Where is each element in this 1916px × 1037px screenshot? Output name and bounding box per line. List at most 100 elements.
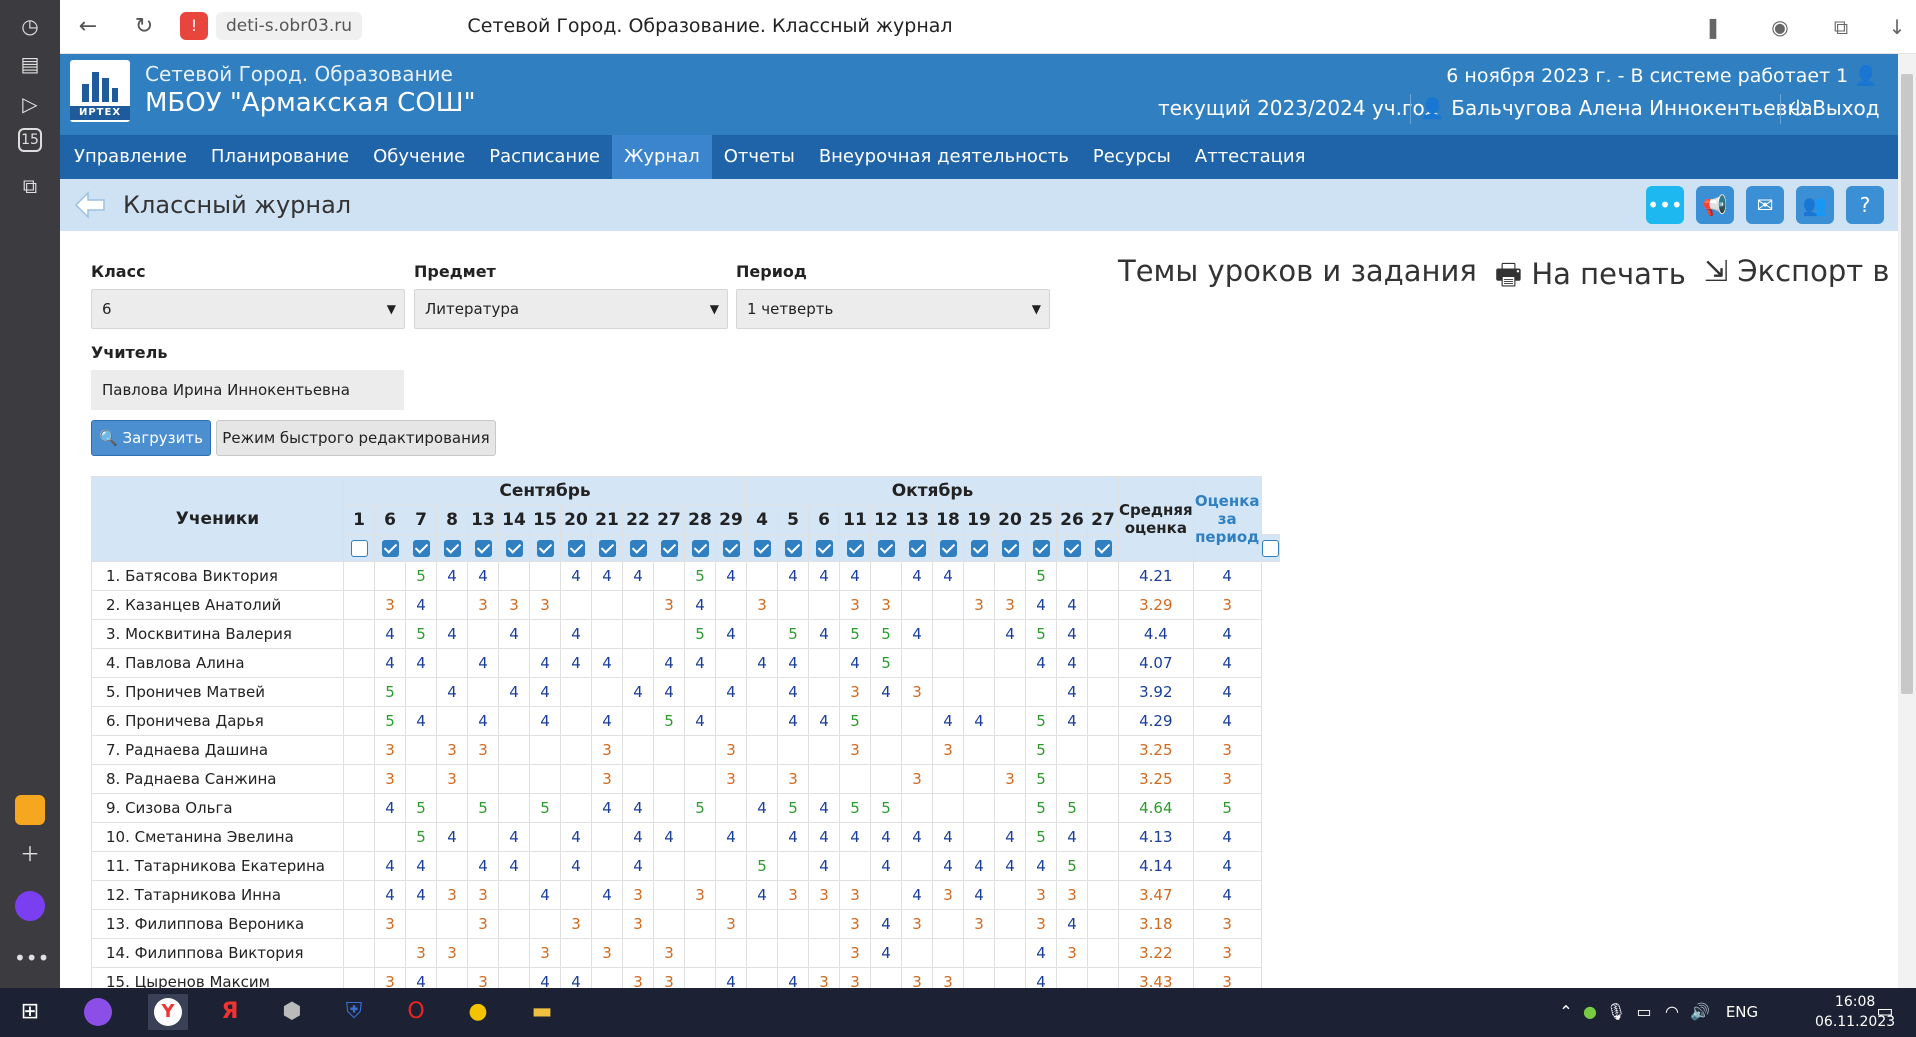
grade-cell[interactable]: [591, 619, 623, 649]
grade-cell[interactable]: [1087, 561, 1119, 591]
grade-cell[interactable]: [870, 880, 902, 910]
grade-cell[interactable]: 4: [1025, 938, 1057, 968]
grade-cell[interactable]: [560, 938, 592, 968]
grade-cell[interactable]: [591, 851, 623, 881]
period-grade[interactable]: 3: [1192, 764, 1262, 794]
grade-cell[interactable]: 5: [1025, 793, 1057, 823]
grade-cell[interactable]: [963, 561, 995, 591]
grade-cell[interactable]: 4: [870, 938, 902, 968]
grade-cell[interactable]: [343, 764, 375, 794]
grade-cell[interactable]: 3: [870, 590, 902, 620]
grade-cell[interactable]: [963, 677, 995, 707]
grade-cell[interactable]: [684, 677, 716, 707]
grade-cell[interactable]: 4: [1025, 590, 1057, 620]
grade-cell[interactable]: [436, 648, 468, 678]
grade-cell[interactable]: 4: [901, 880, 933, 910]
grade-cell[interactable]: [467, 619, 499, 649]
grade-cell[interactable]: [1087, 677, 1119, 707]
grade-cell[interactable]: [777, 735, 809, 765]
grade-cell[interactable]: [932, 677, 964, 707]
user-link[interactable]: 👤 Бальчугова Алена Иннокентьевна: [1420, 96, 1813, 120]
grade-cell[interactable]: 4: [374, 793, 406, 823]
student-name[interactable]: 11. Татарникова Екатерина: [91, 851, 344, 881]
grade-cell[interactable]: 4: [653, 648, 685, 678]
grade-cell[interactable]: [467, 677, 499, 707]
grade-cell[interactable]: 5: [405, 793, 437, 823]
users-online-icon[interactable]: 👤: [1854, 65, 1878, 87]
mail-icon[interactable]: ✉: [1746, 186, 1784, 224]
grade-cell[interactable]: [467, 764, 499, 794]
grade-cell[interactable]: [808, 677, 840, 707]
grade-cell[interactable]: 4: [994, 619, 1026, 649]
grade-cell[interactable]: 4: [1056, 590, 1088, 620]
grade-cell[interactable]: [653, 561, 685, 591]
grade-cell[interactable]: [994, 735, 1026, 765]
grade-cell[interactable]: 3: [622, 909, 654, 939]
music-icon[interactable]: ●: [458, 994, 498, 1030]
grade-cell[interactable]: [963, 764, 995, 794]
grade-cell[interactable]: 3: [901, 764, 933, 794]
grade-cell[interactable]: 4: [808, 706, 840, 736]
grade-cell[interactable]: [777, 590, 809, 620]
grade-cell[interactable]: 5: [1025, 619, 1057, 649]
period-grade[interactable]: 4: [1192, 706, 1262, 736]
grade-cell[interactable]: [870, 561, 902, 591]
grade-cell[interactable]: [1087, 619, 1119, 649]
tabs-icon[interactable]: ⧉: [1826, 12, 1856, 42]
grade-cell[interactable]: 3: [715, 909, 747, 939]
grade-cell[interactable]: 4: [591, 561, 623, 591]
grade-cell[interactable]: 4: [963, 880, 995, 910]
grade-cell[interactable]: 3: [653, 590, 685, 620]
lesson-checkbox[interactable]: [1261, 540, 1279, 557]
grade-cell[interactable]: [994, 909, 1026, 939]
grade-cell[interactable]: [560, 590, 592, 620]
grade-cell[interactable]: [1087, 851, 1119, 881]
lesson-checkbox[interactable]: [722, 540, 740, 557]
grade-cell[interactable]: 4: [1025, 648, 1057, 678]
grade-cell[interactable]: 4: [374, 851, 406, 881]
grade-cell[interactable]: [622, 764, 654, 794]
grade-cell[interactable]: [529, 851, 561, 881]
grade-cell[interactable]: [498, 706, 530, 736]
grade-cell[interactable]: 4: [405, 851, 437, 881]
grade-cell[interactable]: 5: [777, 619, 809, 649]
grade-cell[interactable]: 4: [777, 648, 809, 678]
lesson-checkbox[interactable]: [784, 540, 802, 557]
grade-cell[interactable]: 4: [1025, 851, 1057, 881]
grade-cell[interactable]: 4: [932, 851, 964, 881]
exit-button[interactable]: ⏻ Выход: [1790, 96, 1880, 120]
topics-link[interactable]: Темы уроков и задания: [1118, 254, 1477, 303]
grade-cell[interactable]: [436, 793, 468, 823]
menu-item-reports[interactable]: Отчеты: [712, 135, 807, 179]
grade-cell[interactable]: 5: [1056, 851, 1088, 881]
grade-cell[interactable]: [746, 938, 778, 968]
grade-cell[interactable]: 4: [436, 561, 468, 591]
grade-cell[interactable]: 5: [1025, 561, 1057, 591]
grade-cell[interactable]: [932, 764, 964, 794]
grade-cell[interactable]: [684, 764, 716, 794]
grade-cell[interactable]: [498, 909, 530, 939]
grade-cell[interactable]: [343, 561, 375, 591]
grade-cell[interactable]: 4: [870, 851, 902, 881]
day-header[interactable]: 1: [343, 505, 375, 535]
grade-cell[interactable]: [560, 706, 592, 736]
day-header[interactable]: 28: [684, 505, 716, 535]
grade-cell[interactable]: [932, 619, 964, 649]
grade-cell[interactable]: [901, 938, 933, 968]
grade-cell[interactable]: 3: [715, 735, 747, 765]
announcement-icon[interactable]: 📢: [1696, 186, 1734, 224]
alice-task-icon[interactable]: [78, 994, 118, 1030]
grade-cell[interactable]: [529, 909, 561, 939]
grade-cell[interactable]: 4: [653, 822, 685, 852]
grade-cell[interactable]: [715, 648, 747, 678]
lesson-checkbox[interactable]: [381, 540, 399, 557]
excel-link[interactable]: ⇲ Экспорт в Excel: [1704, 254, 1916, 303]
grade-cell[interactable]: 4: [808, 822, 840, 852]
grade-cell[interactable]: [777, 938, 809, 968]
grade-cell[interactable]: [529, 822, 561, 852]
grade-cell[interactable]: 4: [994, 851, 1026, 881]
lesson-checkbox[interactable]: [536, 540, 554, 557]
grade-cell[interactable]: 4: [932, 561, 964, 591]
grade-cell[interactable]: 4: [622, 677, 654, 707]
add-panel-icon[interactable]: ＋: [14, 838, 46, 870]
